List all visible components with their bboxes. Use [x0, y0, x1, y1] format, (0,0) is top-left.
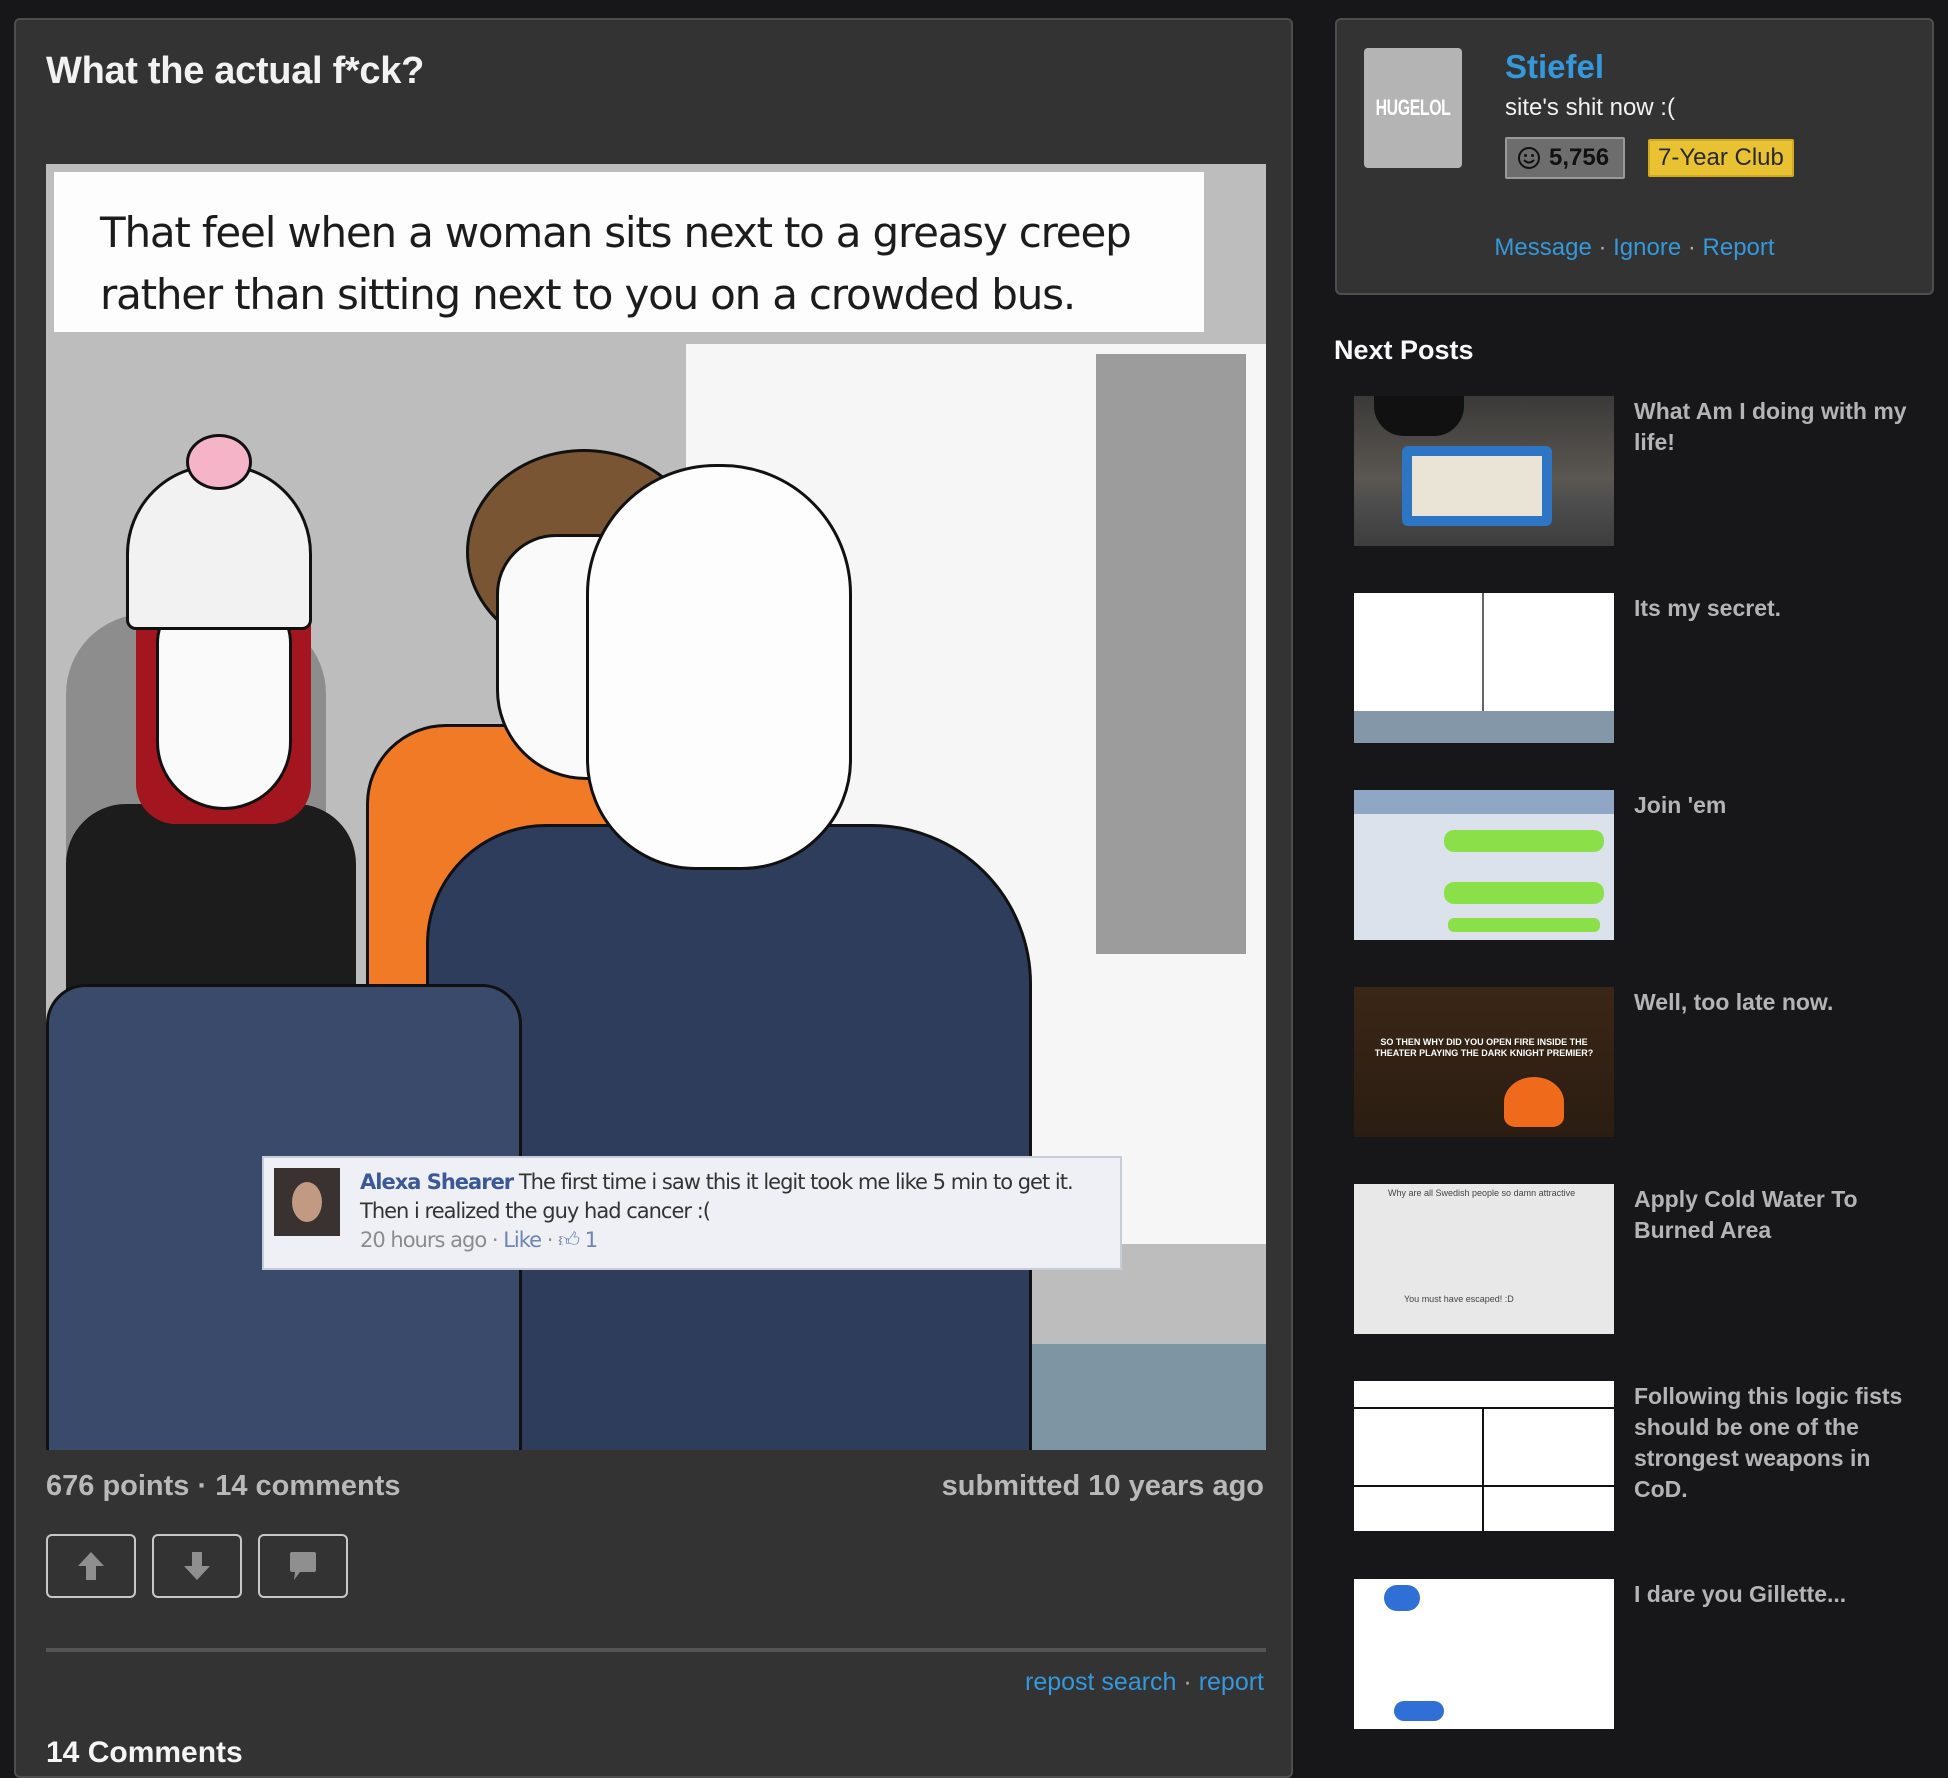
- next-post-thumbnail[interactable]: [1354, 593, 1614, 743]
- next-post-item[interactable]: Well, too late now.: [1354, 987, 1914, 1137]
- post-panel: What the actual f*ck? That feel when a w…: [14, 18, 1293, 1778]
- thumbs-up-icon: 👍︎: [558, 1228, 580, 1252]
- post-title: What the actual f*ck?: [46, 50, 424, 92]
- ignore-link[interactable]: Ignore: [1613, 234, 1681, 261]
- commenter-name: Alexa Shearer: [360, 1170, 514, 1194]
- arrow-down-icon: [184, 1552, 210, 1580]
- post-submitted-time: submitted 10 years ago: [941, 1470, 1264, 1502]
- upvote-button[interactable]: [46, 1534, 136, 1598]
- next-post-thumbnail[interactable]: [1354, 1381, 1614, 1531]
- beanie-pompom: [186, 434, 252, 490]
- message-link[interactable]: Message: [1494, 234, 1591, 261]
- commenter-avatar: [274, 1168, 340, 1236]
- next-post-title[interactable]: Well, too late now.: [1634, 987, 1924, 1018]
- user-card: HUGELOL Stiefel site's shit now :( 5,756…: [1335, 18, 1934, 295]
- next-post-thumbnail[interactable]: [1354, 1184, 1614, 1334]
- username-link[interactable]: Stiefel: [1505, 48, 1604, 86]
- post-links: repost search · report: [1025, 1668, 1264, 1696]
- user-avatar[interactable]: HUGELOL: [1364, 48, 1462, 168]
- fb-comment-body: Alexa Shearer The first time i saw this …: [360, 1168, 1100, 1255]
- post-image[interactable]: That feel when a woman sits next to a gr…: [46, 164, 1266, 1450]
- next-post-thumbnail[interactable]: [1354, 987, 1614, 1137]
- next-post-title[interactable]: Join 'em: [1634, 790, 1924, 821]
- next-post-item[interactable]: Join 'em: [1354, 790, 1914, 940]
- next-post-item[interactable]: Apply Cold Water To Burned Area: [1354, 1184, 1914, 1334]
- karma-count: 5,756: [1549, 144, 1610, 171]
- next-post-title[interactable]: Its my secret.: [1634, 593, 1924, 624]
- user-actions: Message · Ignore · Report: [1494, 234, 1775, 261]
- next-posts-heading: Next Posts: [1334, 335, 1474, 365]
- post-actions: [46, 1534, 348, 1598]
- section-divider: [46, 1648, 1266, 1652]
- downvote-button[interactable]: [152, 1534, 242, 1598]
- post-stats: 676 points · 14 comments: [46, 1470, 401, 1502]
- next-post-title[interactable]: I dare you Gillette...: [1634, 1579, 1924, 1610]
- fb-like-link: Like: [503, 1228, 542, 1252]
- next-post-thumbnail[interactable]: [1354, 790, 1614, 940]
- smiley-icon: [1518, 147, 1540, 169]
- next-post-title[interactable]: Following this logic fists should be one…: [1634, 1381, 1924, 1505]
- report-user-link[interactable]: Report: [1703, 234, 1775, 261]
- avatar-placeholder-text: HUGELOL: [1375, 95, 1451, 120]
- user-tagline: site's shit now :(: [1505, 94, 1675, 121]
- next-post-title[interactable]: Apply Cold Water To Burned Area: [1634, 1184, 1924, 1246]
- next-post-thumbnail[interactable]: [1354, 396, 1614, 546]
- year-club-badge: 7-Year Club: [1648, 139, 1794, 177]
- speech-bubble-icon: [290, 1552, 316, 1580]
- wojak-head: [586, 464, 852, 870]
- karma-badge: 5,756: [1505, 137, 1626, 179]
- fb-comment-meta: 20 hours ago · Like · 👍︎ 1: [360, 1228, 598, 1252]
- fb-comment-time: 20 hours ago: [360, 1228, 487, 1252]
- next-post-item[interactable]: What Am I doing with my life!: [1354, 396, 1914, 546]
- arrow-up-icon: [78, 1552, 104, 1580]
- next-post-item[interactable]: I dare you Gillette...: [1354, 1579, 1914, 1729]
- embedded-facebook-comment: Alexa Shearer The first time i saw this …: [262, 1156, 1122, 1270]
- building-silhouette: [1096, 354, 1246, 954]
- fb-like-count: 1: [584, 1228, 598, 1252]
- next-post-title[interactable]: What Am I doing with my life!: [1634, 396, 1924, 458]
- next-post-thumbnail[interactable]: [1354, 1579, 1614, 1729]
- next-post-item[interactable]: Its my secret.: [1354, 593, 1914, 743]
- next-post-item[interactable]: Following this logic fists should be one…: [1354, 1381, 1914, 1531]
- repost-search-link[interactable]: repost search: [1025, 1668, 1176, 1696]
- report-post-link[interactable]: report: [1199, 1668, 1264, 1696]
- comment-button[interactable]: [258, 1534, 348, 1598]
- meme-caption: That feel when a woman sits next to a gr…: [100, 208, 1132, 319]
- meme-caption-box: That feel when a woman sits next to a gr…: [54, 172, 1204, 332]
